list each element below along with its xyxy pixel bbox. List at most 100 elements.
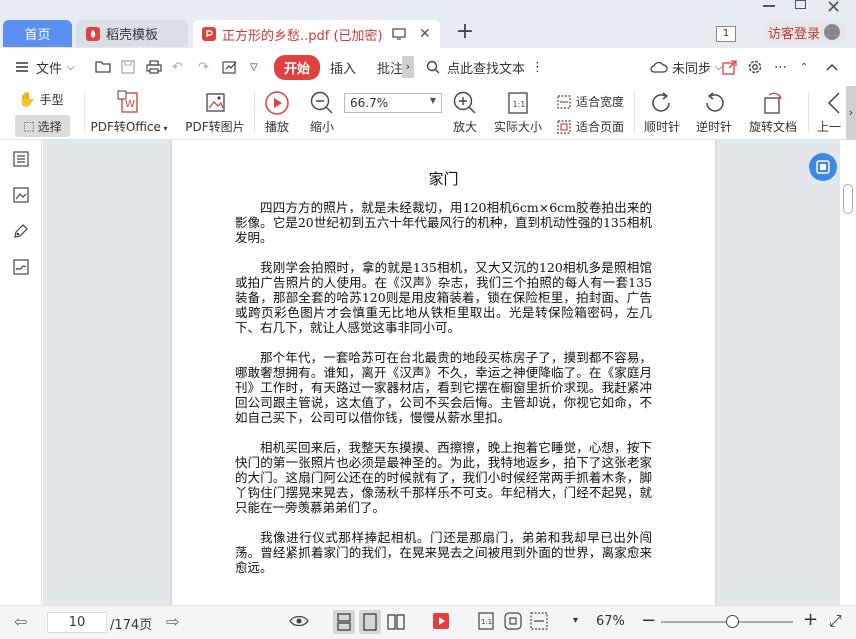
fit-width-status-icon[interactable]: [530, 612, 548, 630]
tab-home[interactable]: 首页: [3, 20, 72, 47]
rotate-document-button[interactable]: 旋转文档: [747, 90, 799, 135]
rotate-counterclockwise-button[interactable]: 逆时针: [696, 90, 732, 135]
fit-page-button[interactable]: 适合页面: [557, 118, 624, 135]
settings-icon[interactable]: [747, 48, 763, 86]
tab-templates[interactable]: 稻壳模板: [76, 20, 188, 47]
visitor-login-button[interactable]: 访客登录: [764, 20, 846, 44]
zoom-select[interactable]: 66.7% ▼: [344, 93, 442, 113]
redo-icon[interactable]: ↷: [198, 48, 209, 86]
menu-start-tab[interactable]: 开始: [274, 48, 321, 86]
rotate-counterclockwise-icon: [706, 92, 724, 112]
avatar: [824, 24, 840, 40]
fit-page-status-icon[interactable]: [504, 612, 522, 630]
more-chevron-icon[interactable]: ▽: [250, 48, 258, 86]
minimize-icon[interactable]: [763, 5, 775, 7]
actual-size-button[interactable]: 1:1 实际大小: [492, 90, 544, 135]
fullscreen-icon[interactable]: ⤢: [829, 611, 842, 631]
menu-insert-tab[interactable]: 插入: [330, 48, 356, 86]
fit-width-button[interactable]: 适合宽度: [557, 93, 624, 110]
svg-text:1:1: 1:1: [481, 618, 492, 626]
chevron-up-icon[interactable]: [826, 48, 838, 86]
undo-icon[interactable]: ↶: [172, 48, 183, 86]
select-tool-button[interactable]: ⬚ 选择: [15, 115, 70, 137]
file-menu-label: 文件: [36, 61, 63, 77]
signature-icon[interactable]: [12, 258, 30, 276]
next-page-icon[interactable]: ⇨: [166, 612, 179, 631]
two-page-view-icon[interactable]: [386, 610, 406, 634]
divider: [254, 92, 255, 132]
open-icon[interactable]: [95, 48, 112, 86]
zoom-out-status-icon[interactable]: −: [641, 610, 656, 631]
close-tab-icon[interactable]: ✕: [419, 26, 431, 42]
close-window-icon[interactable]: ✕: [826, 0, 841, 18]
arrow-left-icon: [827, 92, 840, 114]
play-button[interactable]: 播放: [262, 90, 292, 135]
fit-page-icon: [557, 119, 571, 134]
cloud-icon: [650, 61, 668, 73]
fit-width-label: 适合宽度: [576, 95, 625, 109]
file-menu[interactable]: 文件 ⌵: [15, 48, 75, 86]
toolbar-scroll-right-button[interactable]: ›: [846, 86, 856, 140]
left-sidebar: [0, 140, 42, 605]
hamburger-icon: [16, 62, 28, 72]
vertical-scrollbar[interactable]: [840, 140, 856, 605]
hand-tool-label: 手型: [39, 93, 64, 107]
search-label: 点此查找文本: [447, 61, 526, 77]
menu-scroll-right-button[interactable]: ›: [402, 48, 414, 86]
fit-page-label: 适合页面: [576, 120, 625, 134]
menu-annotate-tab[interactable]: 批注: [377, 48, 403, 86]
rotate-clockwise-button[interactable]: 顺时针: [644, 90, 680, 135]
page-number-input[interactable]: 10: [47, 612, 107, 633]
docer-logo-icon: [86, 26, 100, 41]
continuous-view-icon[interactable]: [333, 610, 355, 634]
zoom-dropdown-icon[interactable]: ▾: [573, 615, 578, 626]
save-icon[interactable]: [121, 48, 135, 86]
prev-page-icon[interactable]: ⇦: [14, 612, 27, 631]
sign-icon[interactable]: [222, 48, 238, 86]
document-canvas[interactable]: 家门 四四方方的照片，就是未经裁切，用120相机6cm×6cm胶卷拍出来的影像。…: [43, 140, 840, 605]
tab-bar: 首页 稻壳模板 正方形的乡愁..pdf (已加密) ✕ + 1 ✕ 访客登录: [0, 0, 856, 48]
svg-text:W: W: [125, 99, 135, 110]
search-box[interactable]: 点此查找文本 ⋮: [426, 48, 544, 86]
actual-size-status-icon[interactable]: 1:1: [478, 612, 494, 630]
menu-annotate-label: 批注: [377, 61, 404, 77]
bookmark-icon[interactable]: [12, 222, 30, 240]
eye-icon[interactable]: [289, 613, 309, 629]
previous-page-button[interactable]: 上一: [817, 90, 847, 135]
single-page-view-icon[interactable]: [359, 610, 381, 634]
pdf-to-image-button[interactable]: PDF转图片: [184, 90, 246, 135]
fit-width-icon: [557, 94, 571, 109]
screen-icon[interactable]: [392, 28, 406, 40]
pdf-page: 家门 四四方方的照片，就是未经裁切，用120相机6cm×6cm胶卷拍出来的影像。…: [172, 140, 715, 605]
divider: [84, 92, 85, 132]
scrollbar-thumb[interactable]: [843, 184, 853, 214]
translate-float-button[interactable]: [809, 153, 837, 181]
play-slideshow-icon[interactable]: [432, 612, 450, 630]
maximize-icon[interactable]: [795, 0, 806, 9]
sync-status[interactable]: 未同步 ⌵: [650, 48, 723, 86]
thumbnail-icon[interactable]: [12, 186, 30, 204]
window-counter-badge: 1: [716, 26, 736, 42]
menu-bar: 文件 ⌵ ↶ ↷ ▽ 开始 插入 批注 › 点此查找文本 ⋮ 未同步 ⌵ ⋯ ⌃: [0, 48, 856, 86]
zoom-select-value: 66.7%: [350, 96, 389, 110]
rotate-counterclockwise-label: 逆时针: [696, 120, 733, 134]
zoom-in-button[interactable]: 放大: [452, 90, 478, 135]
dropdown-arrow-icon: ▼: [429, 96, 436, 105]
chevron-up-icon[interactable]: ⌃: [800, 48, 808, 86]
pdf-to-word-icon: W: [117, 90, 138, 113]
pdf-to-office-label: PDF转Office: [90, 120, 161, 134]
pdf-to-office-button[interactable]: W PDF转Office ▾: [88, 90, 170, 135]
share-icon[interactable]: [722, 48, 737, 86]
hand-tool-button[interactable]: ✋ 手型: [18, 91, 63, 108]
zoom-in-status-icon[interactable]: +: [803, 609, 818, 630]
more-vertical-icon[interactable]: ⋮: [531, 60, 544, 75]
print-icon[interactable]: [146, 48, 162, 86]
more-horizontal-icon[interactable]: ⋯: [774, 48, 787, 86]
tab-document[interactable]: 正方形的乡愁..pdf (已加密) ✕: [193, 20, 440, 48]
new-tab-button[interactable]: +: [455, 21, 475, 44]
paragraph: 那个年代，一套哈苏可在台北最贵的地段买栋房子了，摸到都不容易，哪敢奢想拥有。谁知…: [235, 350, 652, 425]
zoom-out-button[interactable]: 缩小: [306, 90, 338, 135]
outline-icon[interactable]: [12, 150, 30, 168]
total-pages-label: /174页: [110, 618, 153, 633]
zoom-slider-thumb[interactable]: [726, 615, 739, 628]
